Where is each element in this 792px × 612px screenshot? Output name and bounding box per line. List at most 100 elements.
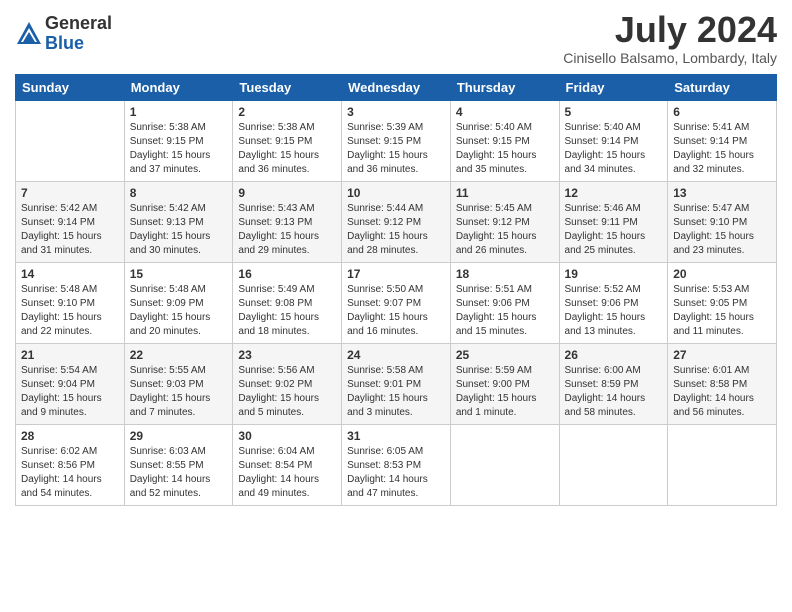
day-number: 29 [130, 429, 228, 443]
calendar-cell: 11 Sunrise: 5:45 AM Sunset: 9:12 PM Dayli… [450, 181, 559, 262]
calendar-cell: 6Sunrise: 5:41 AM Sunset: 9:14 PM Daylig… [668, 100, 777, 181]
calendar-cell: 25 Sunrise: 5:59 AM Sunset: 9:00 PM Dayli… [450, 343, 559, 424]
day-info: Sunrise: 5:48 AM Sunset: 9:10 PM Dayligh… [21, 283, 119, 339]
day-number: 7 [21, 186, 119, 200]
calendar-cell: 1Sunrise: 5:38 AM Sunset: 9:15 PM Daylig… [124, 100, 233, 181]
day-info: Sunrise: 5:40 AM Sunset: 9:15 PM Dayligh… [456, 121, 554, 177]
calendar-cell [668, 424, 777, 505]
day-number: 20 [673, 267, 771, 281]
day-header-wednesday: Wednesday [342, 74, 451, 100]
calendar-cell: 19 Sunrise: 5:52 AM Sunset: 9:06 PM Dayli… [559, 262, 668, 343]
day-info: Sunrise: 5:43 AM Sunset: 9:13 PM Dayligh… [238, 202, 336, 258]
calendar-week-2: 7 Sunrise: 5:42 AM Sunset: 9:14 PM Daylig… [16, 181, 777, 262]
day-number: 27 [673, 348, 771, 362]
day-number: 22 [130, 348, 228, 362]
day-number: 31 [347, 429, 445, 443]
calendar-cell: 4 Sunrise: 5:40 AM Sunset: 9:15 PM Daylig… [450, 100, 559, 181]
calendar-cell: 3 Sunrise: 5:39 AM Sunset: 9:15 PM Daylig… [342, 100, 451, 181]
day-number: 26 [565, 348, 663, 362]
logo: General Blue [15, 14, 112, 54]
day-header-monday: Monday [124, 74, 233, 100]
day-info: Sunrise: 5:42 AM Sunset: 9:14 PM Dayligh… [21, 202, 119, 258]
calendar-week-3: 14 Sunrise: 5:48 AM Sunset: 9:10 PM Dayli… [16, 262, 777, 343]
day-number: 23 [238, 348, 336, 362]
location-text: Cinisello Balsamo, Lombardy, Italy [563, 50, 777, 66]
day-number: 2 [238, 105, 336, 119]
calendar-cell [16, 100, 125, 181]
day-number: 18 [456, 267, 554, 281]
day-number: 10 [347, 186, 445, 200]
calendar-cell: 29 Sunrise: 6:03 AM Sunset: 8:55 PM Dayli… [124, 424, 233, 505]
calendar-cell [559, 424, 668, 505]
calendar-cell: 16Sunrise: 5:49 AM Sunset: 9:08 PM Dayli… [233, 262, 342, 343]
calendar-cell: 28 Sunrise: 6:02 AM Sunset: 8:56 PM Dayli… [16, 424, 125, 505]
day-info: Sunrise: 5:56 AM Sunset: 9:02 PM Dayligh… [238, 364, 336, 420]
calendar-page: General Blue July 2024 Cinisello Balsamo… [0, 0, 792, 521]
calendar-cell: 13Sunrise: 5:47 AM Sunset: 9:10 PM Dayli… [668, 181, 777, 262]
day-info: Sunrise: 5:54 AM Sunset: 9:04 PM Dayligh… [21, 364, 119, 420]
day-number: 25 [456, 348, 554, 362]
day-info: Sunrise: 5:45 AM Sunset: 9:12 PM Dayligh… [456, 202, 554, 258]
day-number: 28 [21, 429, 119, 443]
day-number: 14 [21, 267, 119, 281]
day-header-saturday: Saturday [668, 74, 777, 100]
calendar-cell: 26 Sunrise: 6:00 AM Sunset: 8:59 PM Dayli… [559, 343, 668, 424]
day-info: Sunrise: 5:42 AM Sunset: 9:13 PM Dayligh… [130, 202, 228, 258]
logo-icon [15, 20, 43, 48]
calendar-cell: 31 Sunrise: 6:05 AM Sunset: 8:53 PM Dayli… [342, 424, 451, 505]
day-info: Sunrise: 6:04 AM Sunset: 8:54 PM Dayligh… [238, 445, 336, 501]
day-info: Sunrise: 5:55 AM Sunset: 9:03 PM Dayligh… [130, 364, 228, 420]
day-number: 6 [673, 105, 771, 119]
day-number: 12 [565, 186, 663, 200]
logo-blue-text: Blue [45, 34, 112, 54]
calendar-cell: 5 Sunrise: 5:40 AM Sunset: 9:14 PM Daylig… [559, 100, 668, 181]
day-number: 19 [565, 267, 663, 281]
day-number: 4 [456, 105, 554, 119]
day-info: Sunrise: 5:59 AM Sunset: 9:00 PM Dayligh… [456, 364, 554, 420]
calendar-cell: 7 Sunrise: 5:42 AM Sunset: 9:14 PM Daylig… [16, 181, 125, 262]
day-info: Sunrise: 5:40 AM Sunset: 9:14 PM Dayligh… [565, 121, 663, 177]
calendar-cell: 30 Sunrise: 6:04 AM Sunset: 8:54 PM Dayli… [233, 424, 342, 505]
day-number: 8 [130, 186, 228, 200]
day-number: 9 [238, 186, 336, 200]
calendar-cell: 21 Sunrise: 5:54 AM Sunset: 9:04 PM Dayli… [16, 343, 125, 424]
day-info: Sunrise: 6:05 AM Sunset: 8:53 PM Dayligh… [347, 445, 445, 501]
day-info: Sunrise: 5:46 AM Sunset: 9:11 PM Dayligh… [565, 202, 663, 258]
calendar-cell: 23 Sunrise: 5:56 AM Sunset: 9:02 PM Dayli… [233, 343, 342, 424]
day-info: Sunrise: 5:39 AM Sunset: 9:15 PM Dayligh… [347, 121, 445, 177]
day-number: 15 [130, 267, 228, 281]
day-number: 13 [673, 186, 771, 200]
day-info: Sunrise: 6:03 AM Sunset: 8:55 PM Dayligh… [130, 445, 228, 501]
day-number: 3 [347, 105, 445, 119]
day-info: Sunrise: 5:58 AM Sunset: 9:01 PM Dayligh… [347, 364, 445, 420]
day-info: Sunrise: 5:51 AM Sunset: 9:06 PM Dayligh… [456, 283, 554, 339]
logo-text: General Blue [45, 14, 112, 54]
day-number: 24 [347, 348, 445, 362]
day-number: 17 [347, 267, 445, 281]
day-info: Sunrise: 5:49 AM Sunset: 9:08 PM Dayligh… [238, 283, 336, 339]
calendar-cell: 10 Sunrise: 5:44 AM Sunset: 9:12 PM Dayli… [342, 181, 451, 262]
calendar-cell: 17 Sunrise: 5:50 AM Sunset: 9:07 PM Dayli… [342, 262, 451, 343]
calendar-week-1: 1 Sunrise: 5:38 AM Sunset: 9:15 PM Daylig… [16, 100, 777, 181]
day-number: 1 [130, 105, 228, 119]
calendar-cell: 22 Sunrise: 5:55 AM Sunset: 9:03 PM Dayli… [124, 343, 233, 424]
calendar-week-4: 21 Sunrise: 5:54 AM Sunset: 9:04 PM Dayli… [16, 343, 777, 424]
day-info: Sunrise: 5:38 AM Sunset: 9:15 PM Dayligh… [238, 121, 336, 177]
calendar-cell: 20Sunrise: 5:53 AM Sunset: 9:05 PM Dayli… [668, 262, 777, 343]
day-number: 5 [565, 105, 663, 119]
day-info: Sunrise: 6:00 AM Sunset: 8:59 PM Dayligh… [565, 364, 663, 420]
calendar-cell: 24 Sunrise: 5:58 AM Sunset: 9:01 PM Dayli… [342, 343, 451, 424]
day-number: 11 [456, 186, 554, 200]
calendar-cell [450, 424, 559, 505]
day-info: Sunrise: 5:52 AM Sunset: 9:06 PM Dayligh… [565, 283, 663, 339]
day-info: Sunrise: 5:44 AM Sunset: 9:12 PM Dayligh… [347, 202, 445, 258]
calendar-cell: 18 Sunrise: 5:51 AM Sunset: 9:06 PM Dayli… [450, 262, 559, 343]
day-info: Sunrise: 6:02 AM Sunset: 8:56 PM Dayligh… [21, 445, 119, 501]
calendar-week-5: 28 Sunrise: 6:02 AM Sunset: 8:56 PM Dayli… [16, 424, 777, 505]
logo-general-text: General [45, 14, 112, 34]
day-info: Sunrise: 5:50 AM Sunset: 9:07 PM Dayligh… [347, 283, 445, 339]
day-number: 30 [238, 429, 336, 443]
day-number: 21 [21, 348, 119, 362]
header-row: SundayMondayTuesdayWednesdayThursdayFrid… [16, 74, 777, 100]
calendar-cell: 15Sunrise: 5:48 AM Sunset: 9:09 PM Dayli… [124, 262, 233, 343]
